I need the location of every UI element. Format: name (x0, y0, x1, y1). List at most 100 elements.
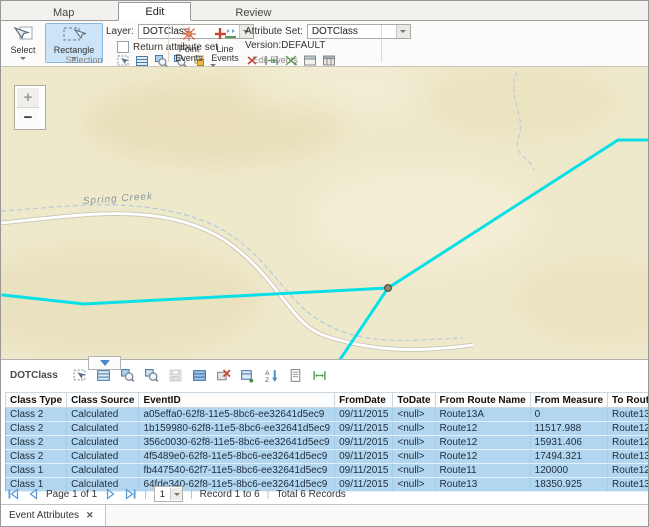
table-cell[interactable]: Calculated (67, 436, 139, 450)
table-cell[interactable]: 09/11/2015 (335, 464, 393, 478)
tab-review[interactable]: Review (209, 4, 297, 21)
table-header-row: Class TypeClass SourceEventIDFromDateToD… (6, 393, 649, 408)
table-cell[interactable]: Class 2 (6, 422, 67, 436)
table-cell[interactable]: Route11 (435, 464, 530, 478)
save-edits-icon[interactable] (168, 368, 183, 383)
report-icon[interactable] (288, 368, 303, 383)
column-header[interactable]: Class Type (6, 393, 67, 408)
ribbon-tabbar: Map Edit Review (1, 1, 648, 21)
return-attribute-set-checkbox[interactable] (117, 41, 129, 53)
table-row[interactable]: Class 2Calculated1b159980-62f8-11e5-8bc6… (6, 422, 649, 436)
svg-text:A: A (265, 369, 270, 376)
table-cell[interactable]: Route13A (608, 408, 649, 422)
table-cell[interactable]: Class 2 (6, 436, 67, 450)
zoom-to-selection-icon[interactable] (120, 368, 135, 383)
zoom-in-button[interactable]: + (17, 88, 39, 108)
table-row[interactable]: Class 2Calculated4f5489e0-62f8-11e5-8bc6… (6, 450, 649, 464)
pan-to-selection-icon[interactable] (144, 368, 159, 383)
table-cell[interactable]: fb447540-62f7-11e5-8bc6-ee32641d5ec9 (139, 464, 335, 478)
layer-label: Layer: (106, 26, 134, 37)
rectangle-tool-label: Rectangle (54, 46, 95, 55)
route-junction-marker[interactable] (385, 285, 392, 292)
pagination-separator: | (190, 489, 193, 500)
table-cell[interactable]: Route12 (608, 422, 649, 436)
table-cell[interactable]: <null> (393, 436, 435, 450)
next-page-icon[interactable] (104, 488, 117, 501)
table-cell[interactable]: 09/11/2015 (335, 450, 393, 464)
table-cell[interactable]: Calculated (67, 422, 139, 436)
sort-icon[interactable]: AZ (264, 368, 279, 383)
table-cell[interactable]: 09/11/2015 (335, 436, 393, 450)
first-page-icon[interactable] (6, 488, 19, 501)
table-row[interactable]: Class 2Calculated356c0030-62f8-11e5-8bc6… (6, 436, 649, 450)
event-attributes-table: Class TypeClass SourceEventIDFromDateToD… (5, 392, 649, 492)
table-cell[interactable]: Route12 (608, 464, 649, 478)
table-cell[interactable]: <null> (393, 450, 435, 464)
column-header[interactable]: Class Source (67, 393, 139, 408)
table-cell[interactable]: Calculated (67, 450, 139, 464)
table-pagination: Page 1 of 1 | 1 | Record 1 to 6 | Total … (6, 485, 644, 503)
add-record-icon[interactable] (240, 368, 255, 383)
tab-map[interactable]: Map (27, 4, 100, 21)
table-cell[interactable]: 4f5489e0-62f8-11e5-8bc6-ee32641d5ec9 (139, 450, 335, 464)
table-cell[interactable]: Class 2 (6, 408, 67, 422)
select-tool-label: Select (10, 46, 35, 55)
page-text: Page 1 of 1 (46, 489, 97, 500)
fit-columns-icon[interactable] (312, 368, 327, 383)
table-cell[interactable]: Calculated (67, 408, 139, 422)
table-cell[interactable]: Class 2 (6, 450, 67, 464)
map-graphics: Spring Creek (1, 67, 648, 359)
table-cell[interactable]: Route12 (435, 436, 530, 450)
tab-edit[interactable]: Edit (118, 2, 191, 21)
table-cell[interactable]: a05effa0-62f8-11e5-8bc6-ee32641d5ec9 (139, 408, 335, 422)
table-cell[interactable]: Route13 (608, 450, 649, 464)
table-cell[interactable]: Calculated (67, 464, 139, 478)
table-cell[interactable]: <null> (393, 422, 435, 436)
table-cell[interactable]: 17494.321 (530, 450, 607, 464)
table-cell[interactable]: 356c0030-62f8-11e5-8bc6-ee32641d5ec9 (139, 436, 335, 450)
column-header[interactable]: FromDate (335, 393, 393, 408)
table-cell[interactable]: <null> (393, 408, 435, 422)
selection-group-label: Selection (1, 55, 167, 65)
previous-page-icon[interactable] (26, 488, 39, 501)
event-attributes-panel: DOTClass (1, 359, 648, 506)
last-page-icon[interactable] (124, 488, 137, 501)
collapse-panel-icon (100, 360, 110, 366)
column-header[interactable]: From Route Name (435, 393, 530, 408)
bottom-tab-bar: Event Attributes ✕ (1, 504, 648, 526)
select-features-icon[interactable] (72, 368, 87, 383)
rectangle-select-icon (62, 26, 86, 45)
table-cell[interactable]: Route13A (435, 408, 530, 422)
map-canvas[interactable]: Spring Creek + − (1, 67, 648, 359)
table-cell[interactable]: Route12 (435, 450, 530, 464)
column-header[interactable]: EventID (139, 393, 335, 408)
attribute-set-dropdown[interactable]: DOTClass (307, 24, 411, 39)
table-cell[interactable]: 09/11/2015 (335, 408, 393, 422)
table-cell[interactable]: Route12 (435, 422, 530, 436)
table-cell[interactable]: Route12 (608, 436, 649, 450)
zoom-out-button[interactable]: − (17, 108, 39, 127)
table-cell[interactable]: 09/11/2015 (335, 422, 393, 436)
delete-record-icon[interactable] (216, 368, 231, 383)
table-row[interactable]: Class 1Calculatedfb447540-62f7-11e5-8bc6… (6, 464, 649, 478)
table-cell[interactable]: 11517.988 (530, 422, 607, 436)
page-number-dropdown[interactable]: 1 (154, 486, 183, 502)
close-icon[interactable]: ✕ (86, 511, 94, 520)
select-cursor-icon (12, 26, 34, 45)
table-cell[interactable]: <null> (393, 464, 435, 478)
tab-event-attributes[interactable]: Event Attributes ✕ (1, 505, 106, 526)
column-header[interactable]: To Route Name (608, 393, 649, 408)
table-cell[interactable]: 0 (530, 408, 607, 422)
column-header[interactable]: From Measure (530, 393, 607, 408)
table-cell[interactable]: 1b159980-62f8-11e5-8bc6-ee32641d5ec9 (139, 422, 335, 436)
group-separator (168, 25, 169, 62)
panel-collapse-button[interactable] (88, 356, 121, 370)
attribute-set-dropdown-value: DOTClass (308, 26, 396, 37)
column-header[interactable]: ToDate (393, 393, 435, 408)
total-records-text: Total 6 Records (276, 489, 345, 500)
table-cell[interactable]: Class 1 (6, 464, 67, 478)
table-cell[interactable]: 120000 (530, 464, 607, 478)
select-all-icon[interactable] (192, 368, 207, 383)
table-cell[interactable]: 15931.406 (530, 436, 607, 450)
table-row[interactable]: Class 2Calculateda05effa0-62f8-11e5-8bc6… (6, 408, 649, 422)
